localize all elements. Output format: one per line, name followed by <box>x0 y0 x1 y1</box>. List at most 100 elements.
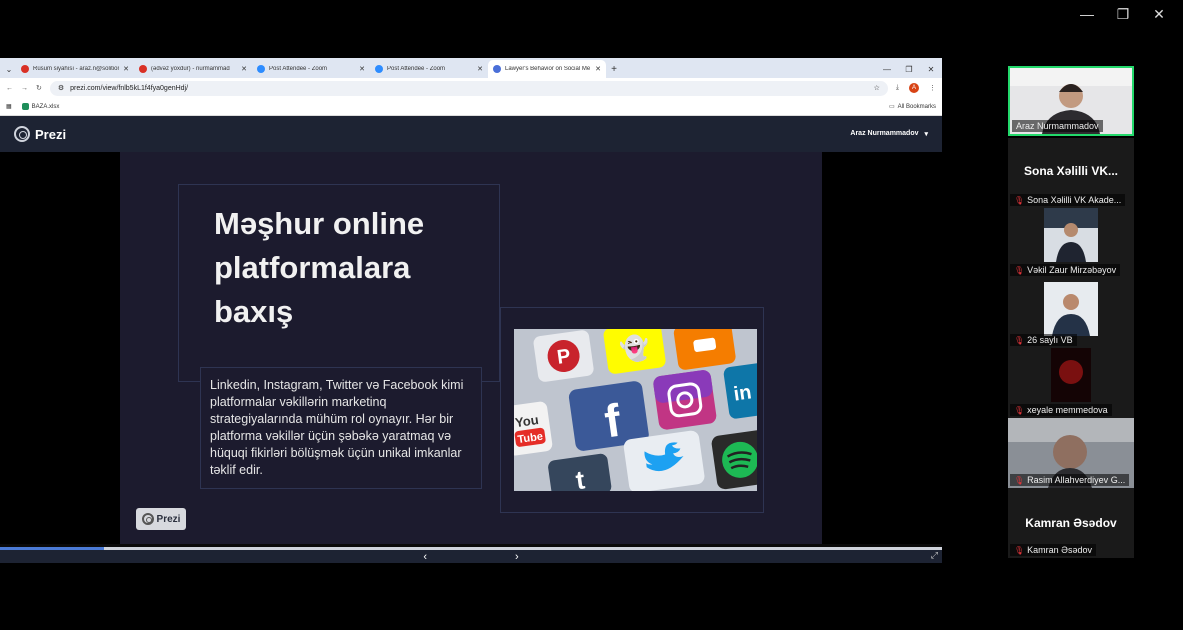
participant-tile[interactable]: 🎙 xeyale memmedova <box>1008 348 1134 418</box>
star-icon[interactable]: ☆ <box>874 84 880 92</box>
close-icon[interactable]: ✕ <box>1141 4 1177 24</box>
folder-icon: ▭ <box>888 104 895 110</box>
participant-tile[interactable]: Kamran Əsədov 🎙 Kamran Əsədov <box>1008 488 1134 558</box>
participant-tile[interactable]: 🎙 Rasim Allahverdiyev G... <box>1008 418 1134 488</box>
shared-browser-window: ⌄ Rüsum siyahısı - araz.n@solition ✕ (əd… <box>0 58 942 563</box>
apps-icon[interactable]: ▦ <box>6 103 12 110</box>
url-field[interactable]: ⚙ prezi.com/view/fnlb5kL1f4fya0genHdj/ ☆ <box>49 80 888 96</box>
participant-name: 🎙 Sona Xəlilli VK Akade... <box>1010 194 1126 206</box>
prezi-logo-text: Prezi <box>35 126 67 142</box>
prezi-header: Prezi Araz Nurmammadov ▾ <box>0 116 942 152</box>
gmail-icon <box>21 65 29 73</box>
prezi-logo[interactable]: Prezi <box>14 126 66 142</box>
profile-avatar[interactable]: A <box>909 83 919 93</box>
user-menu[interactable]: Araz Nurmammadov ▾ <box>850 130 928 138</box>
mic-muted-icon: 🎙 <box>1014 475 1025 485</box>
participant-big-name: Sona Xəlilli VK... <box>1023 164 1119 178</box>
download-icon[interactable]: ⤓ <box>896 84 899 92</box>
minimize-icon[interactable]: — <box>1069 4 1105 24</box>
restore-icon[interactable]: ❐ <box>898 60 920 78</box>
zoom-icon <box>257 65 265 73</box>
browser-tab-active[interactable]: Lawyer's Behavior on Social Me ✕ <box>488 60 606 78</box>
participant-name-text: Kamran Əsədov <box>1027 545 1092 555</box>
tab-title: Rüsum siyahısı - araz.n@solition <box>33 66 120 72</box>
mic-muted-icon: 🎙 <box>1014 405 1025 415</box>
participant-tile[interactable]: 🎙 Vəkil Zaur Mirzəbəyov <box>1008 208 1134 278</box>
zoom-icon <box>375 65 383 73</box>
gmail-icon <box>139 65 147 73</box>
tab-title: Lawyer's Behavior on Social Me <box>505 66 591 72</box>
presentation-nav: ‹ › ⤢ <box>0 550 942 563</box>
close-tab-icon[interactable]: ✕ <box>595 65 601 73</box>
browser-tab[interactable]: Post Attendee - Zoom ✕ <box>370 60 488 78</box>
next-slide-button[interactable]: › <box>515 551 519 563</box>
svg-text:👻: 👻 <box>618 332 652 365</box>
close-tab-icon[interactable]: ✕ <box>123 65 129 73</box>
participant-name: 🎙 Rasim Allahverdiyev G... <box>1010 474 1130 486</box>
presentation-stage: Məşhur online platformalara baxış P 👻 Yo… <box>0 152 942 544</box>
mic-muted-icon: 🎙 <box>1014 265 1025 275</box>
zoom-screen-share: — ❐ ✕ ⌄ Rüsum siyahısı - araz.n@solition… <box>0 0 1183 630</box>
participant-name: 🎙 Kamran Əsədov <box>1010 544 1096 556</box>
close-tab-icon[interactable]: ✕ <box>359 65 365 73</box>
browser-tab[interactable]: Post Attendee - Zoom ✕ <box>252 60 370 78</box>
participant-big-name: Kamran Əsədov <box>1025 516 1117 530</box>
reload-icon[interactable]: ↻ <box>36 84 42 92</box>
mic-muted-icon: 🎙 <box>1014 545 1025 555</box>
participant-name-text: xeyale memmedova <box>1027 405 1108 415</box>
globe-icon <box>493 65 501 73</box>
minimize-icon[interactable]: — <box>876 60 898 78</box>
participant-name-text: Rasim Allahverdiyev G... <box>1027 475 1126 485</box>
prezi-badge[interactable]: Prezi <box>136 508 186 530</box>
zoom-window-controls: — ❐ ✕ <box>1069 4 1177 24</box>
all-bookmarks[interactable]: ▭ All Bookmarks <box>888 103 936 111</box>
participant-video <box>1044 282 1098 336</box>
slide-title: Məşhur online platformalara baxış <box>214 206 425 329</box>
mic-muted-icon: 🎙 <box>1014 195 1025 205</box>
bookmark-item[interactable]: BAZA.xlsx <box>21 103 60 110</box>
close-tab-icon[interactable]: ✕ <box>477 65 483 73</box>
svg-text:in: in <box>732 381 753 405</box>
forward-icon[interactable]: → <box>21 85 28 92</box>
participant-tile-active[interactable]: Araz Nurmammadov <box>1008 66 1134 136</box>
participant-name-text: 26 saylı VB <box>1027 335 1073 345</box>
back-icon[interactable]: ← <box>6 85 13 92</box>
mic-muted-icon: 🎙 <box>1014 335 1025 345</box>
participant-video <box>1044 208 1098 262</box>
participant-name-text: Vəkil Zaur Mirzəbəyov <box>1027 265 1117 275</box>
participant-video <box>1051 348 1091 402</box>
participant-name: 🎙 Vəkil Zaur Mirzəbəyov <box>1010 264 1121 276</box>
prezi-badge-label: Prezi <box>156 513 181 525</box>
menu-icon[interactable]: ⋮ <box>929 84 936 92</box>
previous-slide-button[interactable]: ‹ <box>423 551 427 563</box>
participant-tile[interactable]: 🎙 26 saylı VB <box>1008 278 1134 348</box>
tab-bar: ⌄ Rüsum siyahısı - araz.n@solition ✕ (əd… <box>0 58 942 78</box>
slide-body-text: Linkedin, Instagram, Twitter və Facebook… <box>210 378 464 477</box>
participant-name: 🎙 xeyale memmedova <box>1010 404 1112 416</box>
participant-tile[interactable]: Sona Xəlilli VK... 🎙 Sona Xəlilli VK Akad… <box>1008 138 1134 208</box>
browser-tab[interactable]: Rüsum siyahısı - araz.n@solition ✕ <box>16 60 134 78</box>
address-bar-row: ← → ↻ ⚙ prezi.com/view/fnlb5kL1f4fya0gen… <box>0 78 942 98</box>
prezi-logo-icon <box>14 126 30 142</box>
close-tab-icon[interactable]: ✕ <box>241 65 247 73</box>
user-name: Araz Nurmammadov <box>850 130 919 137</box>
browser-tab[interactable]: (ədvəz yoxdur) - nurmammad ✕ <box>134 60 252 78</box>
restore-icon[interactable]: ❐ <box>1105 4 1141 24</box>
prezi-logo-icon <box>141 513 154 525</box>
url-text: prezi.com/view/fnlb5kL1f4fya0genHdj/ <box>70 84 189 92</box>
bookmarks-bar: ▦ BAZA.xlsx ▭ All Bookmarks <box>0 98 942 116</box>
social-media-keys-image: P 👻 You Tube f in t <box>514 329 757 491</box>
tab-search-icon[interactable]: ⌄ <box>2 60 16 78</box>
close-icon[interactable]: ✕ <box>920 60 942 78</box>
participant-name-text: Sona Xəlilli VK Akade... <box>1027 195 1122 205</box>
participant-name: Araz Nurmammadov <box>1012 120 1103 132</box>
participant-name: 🎙 26 saylı VB <box>1010 334 1077 346</box>
fullscreen-icon[interactable]: ⤢ <box>931 550 938 561</box>
slide: Məşhur online platformalara baxış P 👻 Yo… <box>120 152 822 544</box>
tab-title: Post Attendee - Zoom <box>269 66 328 72</box>
tab-title: (ədvəz yoxdur) - nurmammad <box>151 66 230 72</box>
site-info-icon[interactable]: ⚙ <box>58 84 64 92</box>
new-tab-button[interactable]: + <box>606 60 622 78</box>
bookmark-label: BAZA.xlsx <box>31 103 60 110</box>
spreadsheet-icon <box>21 103 29 110</box>
